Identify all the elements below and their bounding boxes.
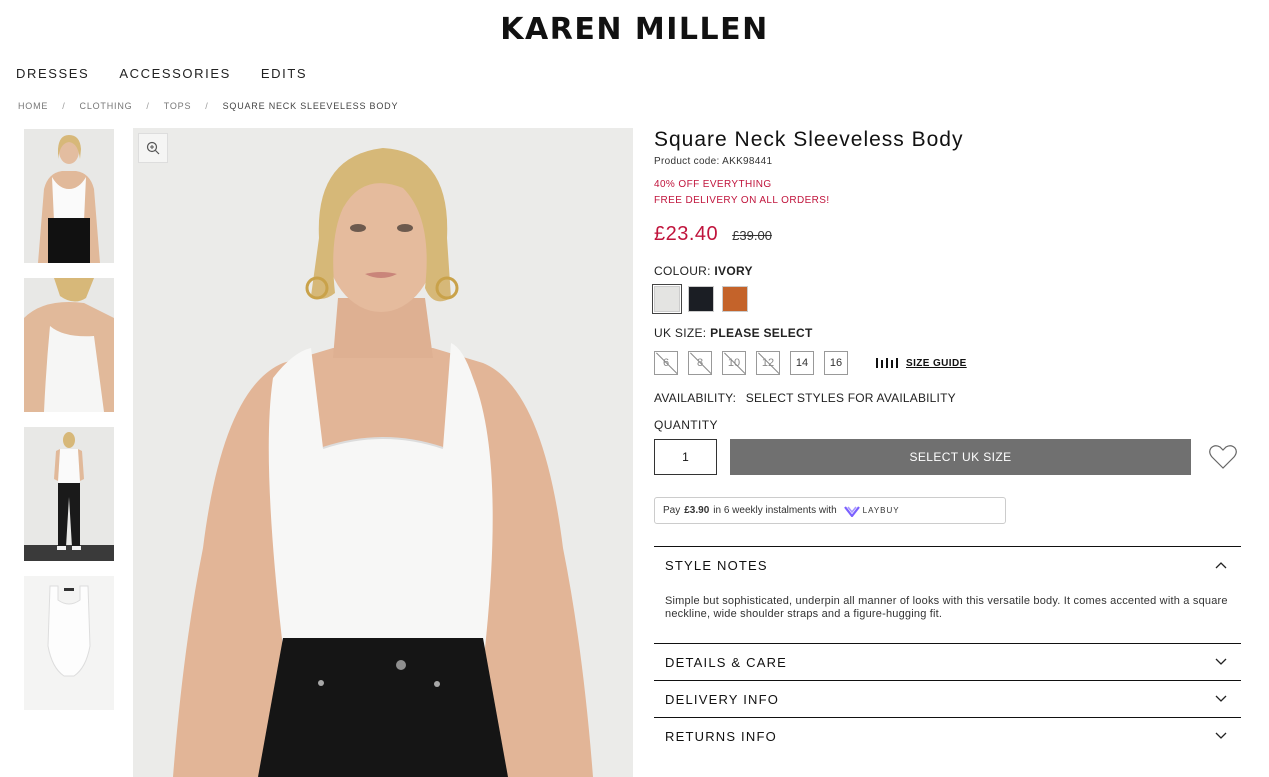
size-option[interactable]: 8 <box>688 351 712 375</box>
size-selector: 6 8 10 12 14 16 SIZE GUIDE <box>654 351 1241 375</box>
colour-label-text: COLOUR: <box>654 264 711 278</box>
swatch-ivory[interactable] <box>652 284 682 314</box>
breadcrumb-separator: / <box>146 101 150 111</box>
chevron-up-icon <box>1215 562 1227 569</box>
zoom-button[interactable] <box>138 133 168 163</box>
accordion-header[interactable]: DETAILS & CARE <box>654 644 1241 680</box>
availability-label: AVAILABILITY: <box>654 391 737 405</box>
chevron-down-icon <box>1215 732 1227 739</box>
size-guide-link[interactable]: SIZE GUIDE <box>876 357 967 369</box>
swatch-tan[interactable] <box>722 286 748 312</box>
product-code: Product code: AKK98441 <box>654 156 773 167</box>
size-option[interactable]: 16 <box>824 351 848 375</box>
quantity-input[interactable]: 1 <box>654 439 717 475</box>
add-to-bag-button[interactable]: SELECT UK SIZE <box>730 439 1191 475</box>
main-product-image[interactable] <box>133 128 633 777</box>
style-notes-body: Simple but sophisticated, underpin all m… <box>665 595 1228 620</box>
colour-swatches <box>652 284 1241 314</box>
returns-title: RETURNS INFO <box>665 728 777 744</box>
thumbnail-back[interactable] <box>24 427 114 561</box>
breadcrumb-clothing[interactable]: CLOTHING <box>80 101 133 111</box>
nav-dresses[interactable]: DRESSES <box>16 66 89 81</box>
price-block: £23.40 £39.00 <box>654 223 1241 246</box>
accordion-header[interactable]: RETURNS INFO <box>654 718 1241 754</box>
availability: AVAILABILITY: SELECT STYLES FOR AVAILABI… <box>654 391 1241 405</box>
availability-value: SELECT STYLES FOR AVAILABILITY <box>745 391 956 405</box>
buy-row: 1 SELECT UK SIZE <box>654 439 1241 475</box>
breadcrumb-separator: / <box>205 101 209 111</box>
size-value: PLEASE SELECT <box>710 326 813 340</box>
chevron-down-icon <box>1215 658 1227 665</box>
laybuy-heart-icon <box>843 505 860 517</box>
zoom-icon <box>146 141 160 155</box>
accordion-header[interactable]: DELIVERY INFO <box>654 681 1241 717</box>
thumbnail-front[interactable] <box>24 129 114 263</box>
breadcrumb-home[interactable]: HOME <box>18 101 48 111</box>
swatch-black[interactable] <box>688 286 714 312</box>
breadcrumb-tops[interactable]: TOPS <box>164 101 192 111</box>
colour-value: IVORY <box>714 264 753 278</box>
heart-icon[interactable] <box>1208 443 1238 471</box>
promo-delivery: FREE DELIVERY ON ALL ORDERS! <box>654 195 830 206</box>
size-label: UK SIZE: PLEASE SELECT <box>654 326 1241 340</box>
accordion-delivery: DELIVERY INFO <box>654 680 1241 717</box>
size-guide-label: SIZE GUIDE <box>906 357 967 369</box>
chevron-down-icon <box>1215 695 1227 702</box>
details-title: DETAILS & CARE <box>665 654 788 670</box>
ruler-icon <box>876 358 898 368</box>
thumbnail-side[interactable] <box>24 278 114 412</box>
breadcrumb: HOME / CLOTHING / TOPS / SQUARE NECK SLE… <box>18 101 398 111</box>
product-title: Square Neck Sleeveless Body <box>654 128 964 151</box>
brand-logo[interactable]: KAREN MILLEN <box>0 12 1269 47</box>
delivery-title: DELIVERY INFO <box>665 691 780 707</box>
nav-edits[interactable]: EDITS <box>261 66 307 81</box>
breadcrumb-current: SQUARE NECK SLEEVELESS BODY <box>222 101 399 111</box>
accordion-details: DETAILS & CARE <box>654 643 1241 680</box>
size-label-text: UK SIZE: <box>654 326 707 340</box>
size-option[interactable]: 10 <box>722 351 746 375</box>
breadcrumb-separator: / <box>62 101 66 111</box>
accordion-returns: RETURNS INFO <box>654 717 1241 754</box>
product-info: Square Neck Sleeveless Body Product code… <box>652 128 1241 754</box>
laybuy-brand: LAYBUY <box>862 506 900 515</box>
thumbnail-gallery <box>24 129 114 725</box>
size-option[interactable]: 14 <box>790 351 814 375</box>
nav-accessories[interactable]: ACCESSORIES <box>119 66 231 81</box>
main-nav: DRESSES ACCESSORIES EDITS <box>16 66 307 81</box>
quantity-label: QUANTITY <box>654 418 718 432</box>
size-option[interactable]: 12 <box>756 351 780 375</box>
laybuy-post: in 6 weekly instalments with <box>713 505 837 516</box>
style-notes-title: STYLE NOTES <box>665 557 768 573</box>
original-price: £39.00 <box>732 228 772 243</box>
sale-price: £23.40 <box>654 223 719 245</box>
colour-label: COLOUR: IVORY <box>654 264 1241 278</box>
accordion-header[interactable]: STYLE NOTES <box>654 547 1241 583</box>
laybuy-pre: Pay <box>663 505 681 516</box>
promo-discount: 40% OFF EVERYTHING <box>654 179 772 190</box>
accordion-style-notes: STYLE NOTES Simple but sophisticated, un… <box>654 546 1241 643</box>
laybuy-amount: £3.90 <box>684 505 710 516</box>
laybuy-logo: LAYBUY <box>843 505 900 517</box>
thumbnail-product[interactable] <box>24 576 114 710</box>
laybuy-banner[interactable]: Pay £3.90 in 6 weekly instalments with L… <box>654 497 1006 524</box>
size-option[interactable]: 6 <box>654 351 678 375</box>
